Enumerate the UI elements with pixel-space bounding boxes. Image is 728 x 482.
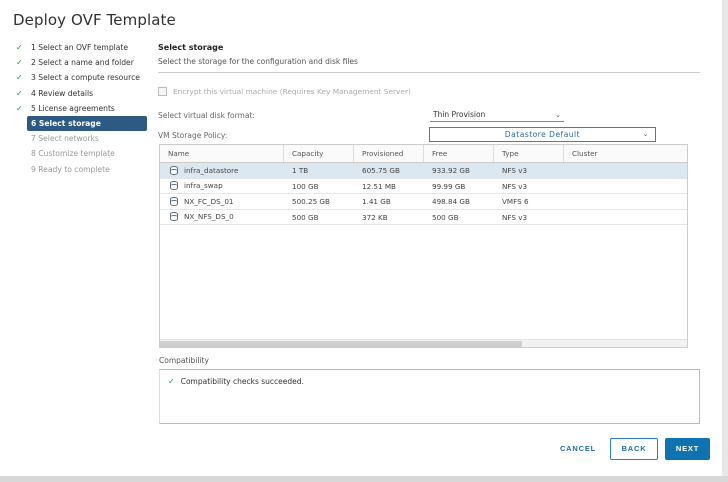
scrollbar-thumb[interactable] bbox=[160, 341, 522, 347]
datastore-icon bbox=[170, 165, 178, 175]
next-button[interactable]: NEXT bbox=[665, 438, 710, 460]
datastore-type-cell: NFS v3 bbox=[502, 181, 528, 191]
column-header-cluster[interactable]: Cluster bbox=[564, 145, 687, 162]
wizard-step-label: 9 Ready to complete bbox=[31, 164, 110, 174]
datastore-provisioned-cell: 605.75 GB bbox=[362, 166, 400, 175]
datastore-provisioned-cell: 1.41 GB bbox=[362, 197, 391, 206]
deploy-ovf-dialog: Deploy OVF Template ✓ 1 Select an OVF tem… bbox=[0, 0, 722, 476]
table-row[interactable]: infra_swap 100 GB 12.51 MB 99.99 GB NFS v3 bbox=[160, 179, 687, 194]
wizard-step-label: 8 Customize template bbox=[31, 149, 115, 159]
storage-policy-select[interactable]: Datastore Default ⌄ bbox=[429, 127, 656, 142]
compatibility-label: Compatibility bbox=[159, 356, 209, 365]
wizard-step-2[interactable]: ✓ 2 Select a name and folder bbox=[10, 55, 150, 70]
wizard-step-4[interactable]: ✓ 4 Review details bbox=[10, 86, 150, 101]
column-header-capacity[interactable]: Capacity bbox=[284, 145, 354, 162]
datastore-free-cell: 500 GB bbox=[432, 212, 459, 222]
column-header-provisioned[interactable]: Provisioned bbox=[354, 145, 424, 162]
disk-format-label: Select virtual disk format: bbox=[158, 111, 255, 120]
datastore-free-cell: 99.99 GB bbox=[432, 181, 466, 191]
wizard-step-label: 1 Select an OVF template bbox=[31, 43, 129, 52]
table-row[interactable]: NX_FC_DS_01 500.25 GB 1.41 GB 498.84 GB VMFS… bbox=[160, 194, 687, 210]
column-header-name[interactable]: Name bbox=[160, 145, 284, 162]
wizard-step-9[interactable]: 9 Ready to complete bbox=[10, 162, 150, 177]
checkmark-icon: ✓ bbox=[168, 377, 175, 386]
section-subtitle: Select the storage for the configuration… bbox=[158, 57, 700, 73]
checkmark-icon: ✓ bbox=[16, 88, 23, 98]
disk-format-value: Thin Provision bbox=[433, 110, 486, 119]
datastore-capacity-cell: 500 GB bbox=[292, 212, 319, 222]
back-button[interactable]: BACK bbox=[610, 438, 658, 460]
disk-format-select[interactable]: Thin Provision ⌄ bbox=[430, 108, 564, 122]
datastore-table: Name Capacity Provisioned Free Type Clus… bbox=[159, 144, 688, 348]
checkmark-icon: ✓ bbox=[16, 43, 23, 52]
table-header: Name Capacity Provisioned Free Type Clus… bbox=[160, 145, 687, 163]
column-header-type[interactable]: Type bbox=[494, 145, 564, 162]
wizard-step-label: 7 Select networks bbox=[31, 134, 99, 144]
datastore-name: NX_FC_DS_01 bbox=[184, 196, 234, 206]
datastore-cluster-cell bbox=[564, 210, 687, 225]
storage-policy-label: VM Storage Policy: bbox=[158, 131, 228, 140]
datastore-icon bbox=[170, 196, 178, 206]
wizard-step-7[interactable]: 7 Select networks bbox=[10, 131, 150, 146]
datastore-cluster-cell bbox=[564, 179, 687, 194]
dialog-title: Deploy OVF Template bbox=[13, 11, 176, 29]
datastore-free-cell: 933.92 GB bbox=[432, 166, 470, 175]
datastore-icon bbox=[170, 212, 178, 222]
datastore-free-cell: 498.84 GB bbox=[432, 197, 470, 206]
checkmark-icon: ✓ bbox=[16, 73, 23, 83]
datastore-name-cell: NX_FC_DS_01 bbox=[160, 194, 284, 209]
datastore-capacity-cell: 500.25 GB bbox=[292, 197, 330, 206]
column-header-free[interactable]: Free bbox=[424, 145, 494, 162]
vertical-scrollbar[interactable] bbox=[722, 0, 728, 482]
table-body: infra_datastore 1 TB 605.75 GB 933.92 GB NFS… bbox=[160, 163, 687, 225]
datastore-type-cell: NFS v3 bbox=[502, 212, 528, 222]
datastore-capacity-cell: 100 GB bbox=[292, 181, 319, 191]
datastore-type-cell: NFS v3 bbox=[502, 166, 528, 175]
datastore-cluster-cell bbox=[564, 163, 687, 178]
wizard-step-5[interactable]: ✓ 5 License agreements bbox=[10, 101, 150, 116]
section-title: Select storage bbox=[158, 43, 224, 52]
datastore-capacity-cell: 1 TB bbox=[292, 166, 309, 175]
wizard-step-label: 5 License agreements bbox=[31, 103, 115, 113]
checkmark-icon: ✓ bbox=[16, 58, 23, 68]
datastore-cluster-cell bbox=[564, 194, 687, 209]
main-panel: Select storage Select the storage for th… bbox=[158, 40, 700, 73]
datastore-name-cell: infra_datastore bbox=[160, 163, 284, 178]
datastore-name-cell: NX_NFS_DS_0 bbox=[160, 210, 284, 225]
datastore-provisioned-cell: 12.51 MB bbox=[362, 181, 396, 191]
table-row[interactable]: infra_datastore 1 TB 605.75 GB 933.92 GB NFS… bbox=[160, 163, 687, 179]
datastore-icon bbox=[170, 181, 178, 191]
wizard-step-label: 6 Select storage bbox=[31, 118, 101, 128]
horizontal-scrollbar[interactable] bbox=[160, 339, 687, 347]
table-row[interactable]: NX_NFS_DS_0 500 GB 372 KB 500 GB NFS v3 bbox=[160, 210, 687, 225]
wizard-step-8[interactable]: 8 Customize template bbox=[10, 146, 150, 161]
wizard-step-3[interactable]: ✓ 3 Select a compute resource bbox=[10, 70, 150, 85]
datastore-name: infra_datastore bbox=[184, 165, 239, 175]
cancel-button[interactable]: CANCEL bbox=[553, 438, 603, 460]
compatibility-panel: ✓ Compatibility checks succeeded. bbox=[159, 369, 700, 424]
wizard-step-1[interactable]: ✓ 1 Select an OVF template bbox=[10, 40, 150, 55]
checkmark-icon: ✓ bbox=[16, 103, 23, 113]
wizard-step-6[interactable]: 6 Select storage bbox=[27, 115, 147, 132]
wizard-steps: ✓ 1 Select an OVF template ✓ 2 Select a nam… bbox=[10, 40, 150, 177]
chevron-down-icon: ⌄ bbox=[642, 130, 649, 138]
datastore-type-cell: VMFS 6 bbox=[502, 197, 529, 206]
page-horizontal-scrollbar[interactable] bbox=[0, 476, 728, 482]
storage-policy-value: Datastore Default bbox=[504, 130, 581, 139]
encrypt-vm-label: Encrypt this virtual machine (Requires K… bbox=[173, 87, 411, 96]
checkbox-icon bbox=[158, 87, 167, 96]
datastore-name: NX_NFS_DS_0 bbox=[184, 212, 234, 221]
wizard-step-label: 4 Review details bbox=[31, 88, 94, 98]
compatibility-text: Compatibility checks succeeded. bbox=[180, 377, 304, 386]
datastore-name-cell: infra_swap bbox=[160, 179, 284, 194]
wizard-step-label: 3 Select a compute resource bbox=[31, 73, 140, 83]
encrypt-vm-checkbox: Encrypt this virtual machine (Requires K… bbox=[158, 87, 411, 96]
wizard-step-label: 2 Select a name and folder bbox=[31, 58, 134, 68]
chevron-down-icon: ⌄ bbox=[555, 111, 561, 119]
datastore-provisioned-cell: 372 KB bbox=[362, 212, 388, 222]
datastore-name: infra_swap bbox=[184, 181, 223, 190]
compatibility-message: ✓ Compatibility checks succeeded. bbox=[168, 377, 304, 386]
